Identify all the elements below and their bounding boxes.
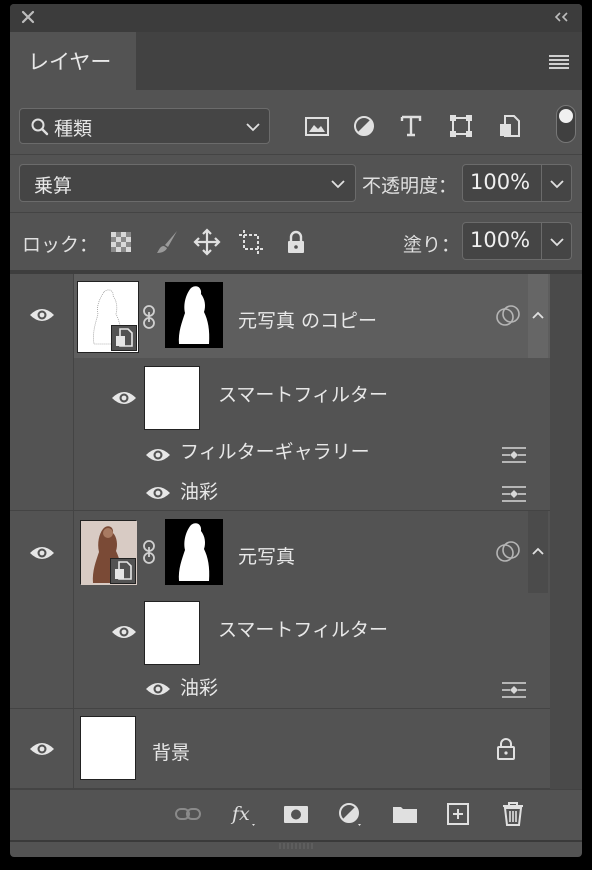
layers-panel: レイヤー 種類 乗算 不透明度： 100% ロック： 塗り： 100% 元写真 … [10,4,582,857]
smart-object-icon [116,328,133,347]
adjustment-layer-icon[interactable] [336,800,364,828]
opacity-dropdown[interactable] [541,165,571,201]
opacity-label: 不透明度： [362,175,458,197]
image-filter-icon[interactable] [303,112,331,140]
smart-filters-label: スマートフィルター [218,384,389,406]
layer-thumbnail[interactable] [80,716,136,780]
shape-filter-icon[interactable] [447,112,475,140]
chain-link-icon[interactable] [142,304,156,330]
lock-position-icon[interactable] [193,228,221,256]
mask-silhouette [178,523,210,581]
eye-icon[interactable] [28,740,56,758]
fill-dropdown[interactable] [541,223,571,259]
divider [10,154,582,155]
lock-icon [497,738,515,760]
layer-thumbnail[interactable] [77,281,139,353]
smart-object-icon [115,561,132,580]
filter-name[interactable]: 油彩 [180,477,218,504]
chevron-up-icon[interactable] [531,546,545,556]
filter-blending-options-icon[interactable] [500,484,528,504]
tab-layers[interactable]: レイヤー [10,32,136,90]
chevron-down-icon [331,180,345,189]
layer-name[interactable]: 背景 [152,738,190,765]
lock-all-icon[interactable] [282,228,310,256]
divider [73,274,74,710]
filter-kind-select[interactable]: 種類 [19,108,270,144]
filter-toggle[interactable] [556,105,576,143]
opacity-input[interactable]: 100% [462,164,572,202]
eye-icon[interactable] [144,680,172,698]
add-mask-icon[interactable] [282,800,310,828]
chain-link-icon[interactable] [142,539,156,565]
divider [73,710,74,789]
toggle-knob [559,109,573,123]
mask-silhouette [178,286,210,344]
eye-icon[interactable] [110,623,138,641]
tab-label: レイヤー [28,50,112,74]
filter-kind-label: 種類 [54,118,93,140]
chevron-down-icon [550,238,564,247]
eye-icon[interactable] [28,306,56,324]
lock-image-pixels-icon[interactable] [153,228,181,256]
layer-mask-thumbnail[interactable] [165,519,223,585]
layer-name[interactable]: 元写真 のコピー [238,306,377,333]
fill-input[interactable]: 100% [462,222,572,260]
smart-filter-link-icon [496,305,520,326]
search-icon [31,118,49,136]
smart-filter-link-icon [496,541,520,562]
fx-icon[interactable]: fx [230,800,258,828]
smart-object-filter-icon[interactable] [496,112,524,140]
filter-name[interactable]: フィルターギャラリー [180,437,370,464]
close-icon[interactable] [18,7,38,27]
filter-blending-options-icon[interactable] [500,680,528,700]
divider [10,510,550,511]
scrollbar-track[interactable] [550,274,582,789]
smart-filters-label: スマートフィルター [218,619,389,641]
chevron-up-icon[interactable] [531,310,545,320]
lock-artboard-icon[interactable] [237,228,265,256]
svg-text:fx: fx [230,803,250,825]
adjustment-filter-icon[interactable] [350,112,378,140]
layer-name[interactable]: 元写真 [238,542,295,569]
filter-blending-options-icon[interactable] [500,445,528,465]
smart-filter-mask-thumbnail[interactable] [144,601,200,665]
new-group-icon[interactable] [391,800,419,828]
smart-object-badge [110,558,136,584]
chevron-down-icon [550,180,564,189]
collapse-icon[interactable] [552,10,572,24]
layer-thumbnail[interactable] [80,520,137,585]
blend-mode-value: 乗算 [34,175,73,197]
panel-title-bar [10,4,582,32]
opacity-value: 100% [470,170,531,194]
layer-mask-thumbnail[interactable] [165,282,223,348]
link-layers-icon[interactable] [174,800,202,828]
divider [10,212,582,213]
panel-menu-icon[interactable] [548,54,570,70]
blend-mode-select[interactable]: 乗算 [19,164,356,202]
lock-transparent-pixels-icon[interactable] [107,228,135,256]
eye-icon[interactable] [110,389,138,407]
fill-label: 塗り： [403,234,461,256]
lock-label: ロック： [22,234,99,256]
eye-icon[interactable] [144,484,172,502]
delete-icon[interactable] [499,800,527,828]
resize-grip-icon[interactable] [278,842,314,850]
fill-value: 100% [470,228,531,252]
eye-icon[interactable] [28,544,56,562]
chevron-down-icon [246,123,260,132]
type-filter-icon[interactable] [397,112,425,140]
smart-filter-mask-thumbnail[interactable] [144,366,200,430]
eye-icon[interactable] [144,446,172,464]
new-layer-icon[interactable] [444,800,472,828]
smart-object-badge [111,325,137,351]
tab-bar: レイヤー [10,32,582,90]
layers-list: 元写真 のコピー スマートフィルター フィルターギャラリー 油彩 元写真 スマー… [10,274,582,789]
filter-name[interactable]: 油彩 [180,673,218,700]
divider [10,708,550,709]
